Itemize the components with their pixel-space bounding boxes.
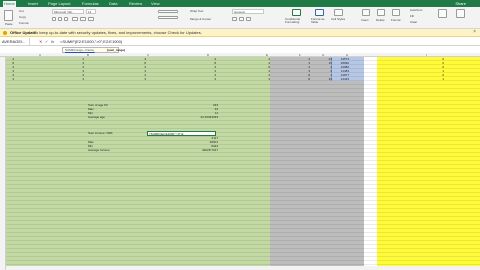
summary-value[interactable]: 23.33333333 [190,115,218,119]
percent-icon[interactable] [239,17,244,21]
row-gridlines [0,57,480,270]
cell-b[interactable]: 4 [80,77,84,81]
font-color-icon[interactable] [88,17,94,21]
clear-button[interactable]: Clear [410,20,417,24]
fill-button[interactable]: Fill [410,14,414,18]
number-format-value: General [234,10,245,14]
cell-d[interactable]: 3 [212,77,216,81]
align-left-icon[interactable] [158,16,178,19]
formula-bar: AVERAGEI... ✕ ✓ fx =SUMIF(E2:E1000,">0",… [0,37,480,46]
share-button[interactable]: Share [455,1,466,6]
cell-f[interactable]: 8 [306,77,310,81]
format-as-table-icon[interactable] [315,9,324,16]
bold-icon[interactable] [52,17,56,21]
cancel-icon[interactable]: ✕ [39,38,42,45]
format-cells-button[interactable]: Format [391,18,401,22]
formula-input[interactable]: =SUMIF(E2:E1000,">0",E2:E1000) [60,38,122,45]
office-update-bar: Office Update To keep up-to-date with se… [0,29,480,37]
summary-value[interactable]: 34028.7317 [190,148,218,152]
conditional-formatting-icon[interactable] [292,9,301,16]
merge-center-button[interactable]: Merge & Center [190,17,211,21]
ribbon-toolbar: Paste Cut Copy Format Microsoft Yah... 1… [0,7,480,29]
paste-label: Paste [5,22,13,26]
sort-filter-icon[interactable] [438,9,447,18]
format-painter-button[interactable]: Format [19,21,29,25]
cell-styles-button[interactable]: Cell Styles [331,18,347,21]
wrap-text-button[interactable]: Wrap Text [190,9,203,13]
currency-icon[interactable] [232,17,237,21]
cell-e[interactable]: 4 [266,77,270,81]
font-size-select[interactable]: 12 [86,9,96,14]
worksheet-grid[interactable]: 4 4 3 3 4 3 23 13573 0 8 3 8 8 4 3 15 28… [0,57,480,270]
cell-c[interactable]: 3 [142,77,146,81]
cell-styles-icon[interactable] [334,9,343,16]
cell-h[interactable]: 14443 [336,77,349,81]
warning-icon [3,31,7,35]
update-title: Office Update [10,30,37,35]
underline-icon[interactable] [64,17,68,21]
number-format-select[interactable]: General [232,9,264,14]
close-icon[interactable]: × [473,30,476,35]
insert-cells-icon[interactable] [362,9,370,16]
conditional-formatting-button[interactable]: Conditional Formatting [285,18,309,24]
insert-cells-button[interactable]: Insert [361,18,369,22]
font-name-select[interactable]: Microsoft Yah... [52,9,84,14]
format-as-table-button[interactable]: Format as Table [311,18,329,24]
italic-icon[interactable] [58,17,62,21]
cell-a[interactable]: 4 [10,77,14,81]
fill-color-icon[interactable] [80,17,86,21]
font-size-value: 12 [88,10,92,14]
confirm-icon[interactable]: ✓ [45,38,48,45]
delete-cells-icon[interactable] [377,9,385,16]
cell-g[interactable]: 34 [324,77,332,81]
row-header-gutter[interactable] [0,57,6,270]
insert-function-icon[interactable]: fx [51,38,54,45]
find-select-icon[interactable] [456,9,465,18]
name-box[interactable]: AVERAGEI... [1,38,30,45]
autosum-button[interactable]: AutoSum [410,8,422,12]
cut-button[interactable]: Cut [19,9,24,13]
paste-icon[interactable] [4,10,13,21]
delete-cells-button[interactable]: Delete [376,18,385,22]
horizontal-scrollbar[interactable] [6,266,480,270]
align-top-icon[interactable] [158,10,178,13]
format-cells-icon[interactable] [392,9,400,16]
summary-label[interactable]: Average Income [88,148,110,152]
update-message[interactable]: To keep up-to-date with security updates… [34,31,202,35]
cell-i[interactable]: 1 [440,77,444,81]
borders-icon[interactable] [72,17,78,21]
summary-label[interactable]: Sum income >50K [88,131,113,135]
ribbon-tab-bar: Home Insert Page Layout Formulas Data Re… [0,0,480,7]
copy-button[interactable]: Copy [19,15,26,19]
font-name-value: Microsoft Yah... [54,10,75,14]
active-cell-formula: =SUMIF(E2:E1000,">0",E [149,132,184,136]
summary-label[interactable]: Average age [88,115,105,119]
comma-style-icon[interactable] [246,17,251,21]
